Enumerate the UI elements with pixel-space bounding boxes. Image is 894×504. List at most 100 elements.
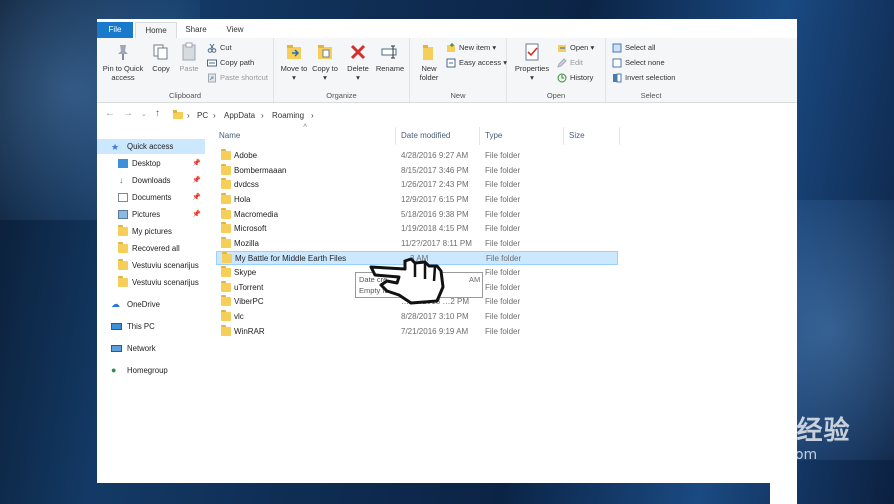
nav-item-homegroup[interactable]: ● Homegroup (97, 363, 205, 378)
column-divider[interactable] (619, 127, 620, 145)
address-bar[interactable]: › PC › AppData › Roaming › (170, 106, 562, 124)
tooltip-suffix: AM (469, 275, 481, 284)
ribbon: Pin to Quick access Copy Paste Cut Copy … (97, 38, 797, 103)
open-button[interactable]: Open ▾ (557, 42, 594, 54)
forward-arrow-icon[interactable]: → (123, 108, 133, 119)
properties-button[interactable]: Properties ▾ (513, 42, 551, 82)
nav-item-quick-access[interactable]: ★ Quick access (97, 139, 205, 154)
select-group: Select all Select none Invert selection … (606, 38, 696, 102)
breadcrumb-appdata[interactable]: AppData (224, 111, 255, 120)
invert-selection-button[interactable]: Invert selection (612, 72, 675, 84)
file-date: 7/21/2016 9:19 AM (401, 327, 469, 336)
nav-item-vestuviu-scenarijus-2[interactable]: Vestuviu scenarijus (97, 275, 205, 290)
new-item-button[interactable]: New item ▾ (446, 42, 496, 54)
delete-dropdown-arrow: ▾ (356, 73, 360, 82)
history-button[interactable]: History (557, 72, 593, 84)
clipboard-icon (182, 42, 196, 61)
nav-item-this-pc[interactable]: This PC (97, 319, 205, 334)
easy-access-button[interactable]: Easy access ▾ (446, 57, 507, 69)
nav-item-downloads[interactable]: ↓ Downloads 📌 (97, 173, 205, 188)
nav-item-pictures[interactable]: Pictures 📌 (97, 207, 205, 222)
nav-item-recovered-all[interactable]: Recovered all (97, 241, 205, 256)
edit-label: Edit (570, 58, 583, 67)
open-label: Open (570, 43, 589, 52)
file-row[interactable]: Hola 12/9/2017 6:15 PM File folder (216, 193, 618, 207)
nav-item-onedrive[interactable]: ☁ OneDrive (97, 297, 205, 312)
folder-icon (118, 259, 128, 270)
pin-label: Pin to Quick access (102, 64, 144, 82)
select-none-button[interactable]: Select none (612, 57, 665, 69)
up-arrow-icon[interactable]: ↑ (155, 108, 160, 119)
cut-button[interactable]: Cut (207, 42, 232, 54)
nav-item-network[interactable]: Network (97, 341, 205, 356)
properties-dropdown-arrow: ▾ (530, 73, 534, 82)
nav-item-label: Vestuviu scenarijus (132, 278, 199, 287)
rename-button[interactable]: Rename (374, 42, 406, 73)
copy-button[interactable]: Copy (149, 42, 173, 73)
rename-label: Rename (375, 64, 405, 73)
file-name: Mozilla (234, 239, 259, 248)
delete-button[interactable]: Delete ▾ (344, 42, 372, 82)
nav-item-label: Quick access (127, 142, 174, 151)
navigation-pane[interactable]: ★ Quick access Desktop 📌 ↓ Downloads 📌 D… (97, 134, 207, 483)
history-label: History (570, 73, 594, 82)
file-type: File folder (486, 254, 522, 263)
copy-to-button[interactable]: Copy to ▾ (310, 42, 340, 82)
nav-item-my-pictures[interactable]: My pictures (97, 224, 205, 239)
file-row[interactable]: Microsoft 1/19/2018 4:15 PM File folder (216, 222, 618, 236)
breadcrumb-pc[interactable]: PC (197, 111, 208, 120)
paste-button[interactable]: Paste (176, 42, 202, 73)
file-row[interactable]: vlc 8/28/2017 3:10 PM File folder (216, 310, 618, 324)
file-date: 4/28/2016 9:27 AM (401, 151, 469, 160)
folder-icon (221, 237, 231, 248)
watermark-brand: Bai du 经验 (688, 416, 851, 446)
folder-icon (221, 222, 231, 233)
copy-path-button[interactable]: Copy path (207, 57, 254, 69)
column-header-date-modified[interactable]: Date modified (401, 131, 450, 140)
nav-item-label: OneDrive (127, 300, 160, 309)
paste-shortcut-button[interactable]: Paste shortcut (207, 72, 268, 84)
file-date: 1/19/2018 4:15 PM (401, 224, 469, 233)
rename-icon (381, 45, 397, 59)
tab-view[interactable]: View (221, 22, 249, 38)
new-folder-button[interactable]: New folder (414, 42, 444, 82)
file-type: File folder (485, 151, 521, 160)
tab-file[interactable]: File (97, 22, 133, 38)
file-row[interactable]: Bombermaaan 8/15/2017 3:46 PM File folder (216, 164, 618, 178)
breadcrumb-separator-icon: › (213, 111, 216, 120)
select-all-button[interactable]: Select all (612, 42, 655, 54)
recent-locations-chevron-icon[interactable]: ⌄ (141, 110, 147, 118)
file-row[interactable]: Adobe 4/28/2016 9:27 AM File folder (216, 149, 618, 163)
column-header-name[interactable]: Name (219, 131, 240, 140)
folder-icon (221, 310, 231, 321)
ribbon-tab-bar: File Home Share View (97, 19, 797, 39)
tab-share[interactable]: Share (181, 22, 211, 38)
file-row[interactable]: Macromedia 5/18/2016 9:38 PM File folder (216, 208, 618, 222)
nav-item-documents[interactable]: Documents 📌 (97, 190, 205, 205)
file-name: dvdcss (234, 180, 259, 189)
nav-item-vestuviu-scenarijus-1[interactable]: Vestuviu scenarijus (97, 258, 205, 273)
file-name: My Battle for Middle Earth Files (235, 254, 347, 263)
file-type: File folder (485, 166, 521, 175)
file-row[interactable]: dvdcss 1/26/2017 2:43 PM File folder (216, 178, 618, 192)
move-to-button[interactable]: Move to ▾ (279, 42, 309, 82)
tab-home[interactable]: Home (135, 22, 177, 39)
new-group: New folder New item ▾ Easy access ▾ New (410, 38, 507, 102)
invert-selection-label: Invert selection (625, 73, 676, 82)
pin-to-quick-access-button[interactable]: Pin to Quick access (99, 42, 147, 82)
edit-button[interactable]: Edit (557, 57, 583, 69)
breadcrumb-separator-icon: › (187, 111, 190, 120)
back-arrow-icon[interactable]: ← (105, 108, 115, 119)
column-divider[interactable] (395, 127, 396, 145)
column-header-size[interactable]: Size (569, 131, 585, 140)
column-divider[interactable] (479, 127, 480, 145)
breadcrumb-roaming[interactable]: Roaming (272, 111, 304, 120)
column-header-type[interactable]: Type (485, 131, 502, 140)
folder-icon (221, 164, 231, 175)
file-row[interactable]: WinRAR 7/21/2016 9:19 AM File folder (216, 325, 618, 339)
select-none-label: Select none (625, 58, 665, 67)
nav-item-desktop[interactable]: Desktop 📌 (97, 156, 205, 171)
file-name: vlc (234, 312, 244, 321)
nav-item-label: Homegroup (127, 366, 168, 375)
column-divider[interactable] (563, 127, 564, 145)
